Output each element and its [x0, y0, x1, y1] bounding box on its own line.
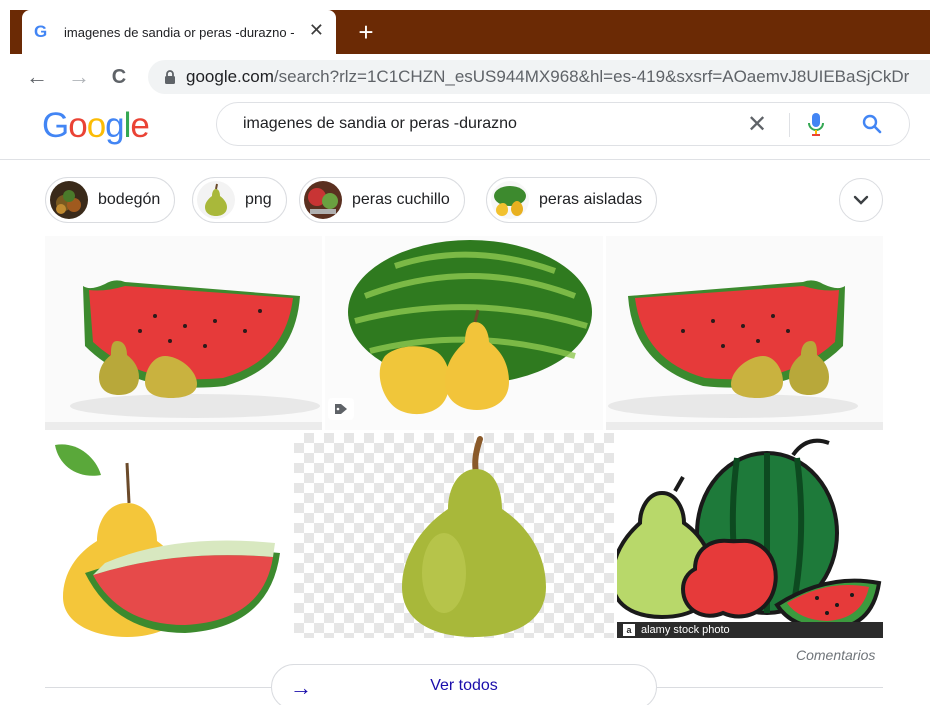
back-button[interactable]: ←	[22, 62, 52, 92]
see-all-button[interactable]: → Ver todos	[271, 664, 657, 705]
search-divider	[789, 113, 790, 137]
new-tab-button[interactable]: +	[350, 16, 382, 48]
image-result[interactable]	[606, 236, 883, 430]
image-result[interactable]	[45, 236, 322, 430]
image-watermark: a alamy stock photo	[617, 622, 883, 638]
tab-strip: G imagenes de sandia or peras -durazno -…	[10, 10, 930, 54]
chip-label: bodegón	[98, 191, 161, 208]
divider-left	[45, 687, 271, 688]
divider-right	[657, 687, 883, 688]
chip-png[interactable]: png	[192, 177, 287, 223]
search-input[interactable]: imagenes de sandia or peras -durazno	[243, 115, 517, 133]
image-result[interactable]	[45, 433, 290, 638]
image-result[interactable]: a alamy stock photo	[617, 433, 883, 638]
google-favicon-icon: G	[34, 22, 48, 41]
lock-icon	[164, 69, 176, 85]
url-host: google.com	[186, 67, 274, 86]
chip-peras-aisladas[interactable]: peras aisladas	[486, 177, 658, 223]
url-path: /search?rlz=1C1CHZN_esUS944MX968&hl=es-4…	[273, 67, 910, 86]
chip-peras-cuchillo[interactable]: peras cuchillo	[299, 177, 465, 223]
browser-tab[interactable]: G imagenes de sandia or peras -durazno -…	[22, 10, 336, 54]
image-result[interactable]	[294, 433, 614, 638]
tag-icon	[328, 398, 354, 420]
reload-button[interactable]: C	[104, 62, 134, 92]
pear-thumbnail-icon	[197, 181, 235, 219]
clear-search-icon[interactable]: ✕	[747, 110, 767, 139]
see-all-label: Ver todos	[430, 677, 498, 694]
fruit-knife-thumbnail-icon	[304, 181, 342, 219]
alamy-caption: alamy stock photo	[641, 624, 730, 636]
search-header: Google imagenes de sandia or peras -dura…	[0, 100, 930, 160]
feedback-link[interactable]: Comentarios	[796, 647, 875, 663]
search-icon[interactable]	[861, 113, 883, 140]
microphone-icon[interactable]	[807, 112, 825, 143]
tab-title: imagenes de sandia or peras -durazno - B…	[64, 24, 296, 40]
google-logo[interactable]: Google	[42, 106, 150, 146]
close-tab-icon[interactable]: ✕	[309, 20, 324, 41]
address-bar-row: ← → C google.com/search?rlz=1C1CHZN_esUS…	[0, 54, 930, 100]
chip-bodegon[interactable]: bodegón	[45, 177, 176, 223]
chevron-down-icon	[853, 195, 869, 205]
expand-chips-button[interactable]	[839, 178, 883, 222]
chip-label: png	[245, 191, 272, 208]
chip-label: peras cuchillo	[352, 191, 450, 208]
search-box[interactable]: imagenes de sandia or peras -durazno ✕	[216, 102, 910, 146]
still-life-thumbnail-icon	[50, 181, 88, 219]
forward-button[interactable]: →	[64, 62, 94, 92]
image-result[interactable]	[325, 236, 603, 430]
isolated-pears-thumbnail-icon	[491, 181, 529, 219]
chip-label: peras aisladas	[539, 191, 643, 208]
url-input[interactable]: google.com/search?rlz=1C1CHZN_esUS944MX9…	[148, 60, 930, 94]
